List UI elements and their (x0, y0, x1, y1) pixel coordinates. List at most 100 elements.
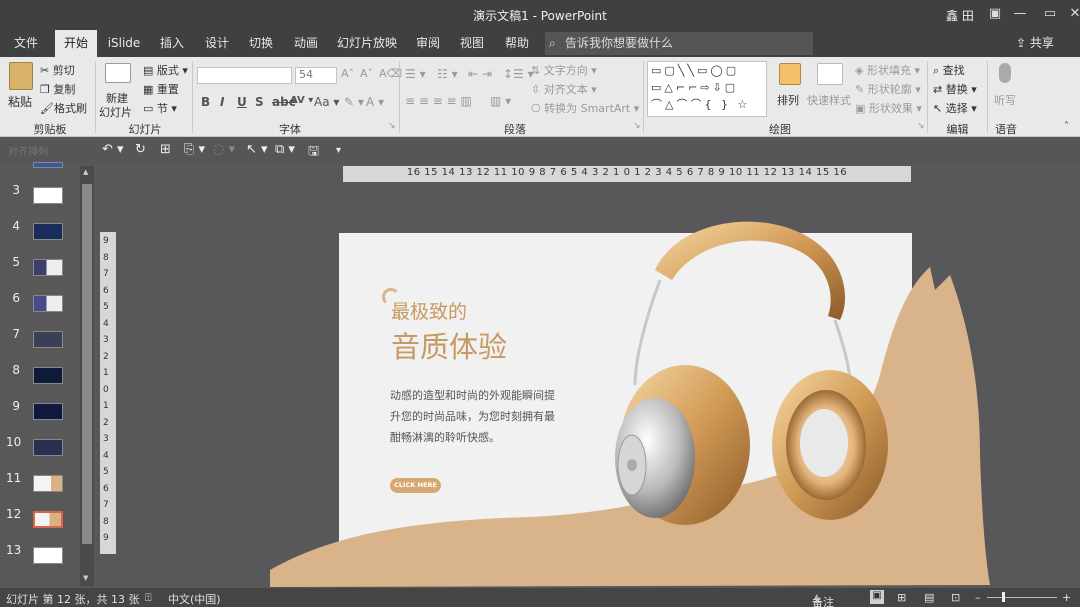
new-slide-icon[interactable] (105, 63, 131, 83)
bullets-icon[interactable]: ☰ ▾ (405, 67, 426, 81)
font-size-input[interactable]: 54 (295, 67, 337, 84)
highlight-icon[interactable]: ✎ ▾ (344, 95, 364, 109)
underline-icon[interactable]: U (237, 95, 247, 109)
find-button[interactable]: ⌕ 查找 (933, 62, 965, 78)
font-grow-icon[interactable]: A˄ (341, 67, 354, 80)
paste-button[interactable]: 粘贴 (8, 93, 32, 110)
arrange-icon[interactable] (779, 63, 801, 85)
smartart-button[interactable]: ⎔ 转换为 SmartArt ▾ (531, 100, 639, 116)
scrollbar-thumb[interactable] (82, 184, 92, 544)
tab-insert[interactable]: 插入 (152, 30, 192, 57)
indent-icon[interactable]: ⇤ ⇥ (468, 67, 492, 81)
close-button[interactable]: ✕ (1055, 0, 1080, 30)
select-button[interactable]: ↖ 选择 ▾ (933, 100, 977, 116)
paste-icon[interactable] (9, 62, 33, 90)
dictate-button[interactable]: 听写 (994, 92, 1016, 108)
share-button[interactable]: ⇪ 共享 (1016, 30, 1054, 57)
drawing-dialog-launcher-icon[interactable]: ↘ (917, 121, 925, 131)
tab-file[interactable]: 文件 (6, 30, 46, 57)
customize-qa-icon[interactable]: ▾ (336, 145, 341, 156)
slide-thumbnail-6[interactable] (33, 295, 63, 312)
tab-animations[interactable]: 动画 (286, 30, 326, 57)
slide-sorter-icon[interactable]: ⊞ (897, 591, 906, 604)
slide-thumbnail-5[interactable] (33, 259, 63, 276)
tell-me-search[interactable]: ⌕ 告诉我你想要做什么 (545, 32, 813, 55)
headphones-image[interactable] (560, 210, 920, 540)
slide-thumbnail-10[interactable] (33, 439, 63, 456)
format-painter-qa-icon[interactable]: ⎘ ▾ (184, 142, 205, 157)
shapes-gallery[interactable]: ▭▢╲╲▭◯▢ ▭△⌐⌐⇨⇩▢ ⌒△⌒⌒{ } ☆ (647, 61, 767, 117)
tab-home[interactable]: 开始 (55, 30, 97, 57)
normal-view-icon[interactable]: ▣ (870, 590, 884, 604)
shadow-icon[interactable]: S (255, 95, 264, 109)
font-name-input[interactable] (197, 67, 292, 84)
line-spacing-icon[interactable]: ↕☰ ▾ (503, 67, 534, 81)
italic-icon[interactable]: I (220, 95, 224, 109)
change-case-icon[interactable]: Aa ▾ (314, 95, 339, 109)
zoom-slider-thumb[interactable] (1002, 592, 1005, 602)
quick-styles-button[interactable]: 快速样式 (807, 92, 851, 108)
slide-thumbnail-2[interactable] (33, 162, 63, 168)
tab-islide[interactable]: iSlide (103, 30, 145, 57)
accessibility-icon[interactable]: ⍐ (145, 591, 152, 605)
slide-thumbnail-11[interactable] (33, 475, 63, 492)
tab-transitions[interactable]: 切换 (241, 30, 281, 57)
section-button[interactable]: ▭ 节 ▾ (143, 100, 177, 116)
tab-view[interactable]: 视图 (452, 30, 492, 57)
undo-icon[interactable]: ↶ ▾ (102, 142, 124, 157)
user-name[interactable]: 鑫 田 (946, 7, 974, 24)
tab-design[interactable]: 设计 (197, 30, 237, 57)
layout-button[interactable]: ▤ 版式 ▾ (143, 62, 188, 78)
scroll-down-icon[interactable]: ▼ (83, 574, 88, 582)
cut-button[interactable]: ✂ 剪切 (40, 62, 75, 78)
click-here-button[interactable]: CLICK HERE (390, 478, 441, 493)
slide-thumbnail-13[interactable] (33, 547, 63, 564)
slideshow-view-icon[interactable]: ⊡ (951, 591, 960, 604)
collapse-ribbon-icon[interactable]: ˄ (1064, 121, 1069, 132)
font-color-icon[interactable]: A ▾ (366, 95, 384, 109)
thumbnails-scrollbar[interactable]: ▲ ▼ (80, 166, 94, 586)
font-shrink-icon[interactable]: A˅ (360, 67, 373, 80)
tab-slideshow[interactable]: 幻灯片放映 (334, 30, 400, 57)
zoom-slider[interactable] (987, 597, 1057, 598)
slide-body-text[interactable]: 动感的造型和时尚的外观能瞬间提升您的时尚品味，为您时刻拥有最酣畅淋漓的聆听快感。 (390, 385, 560, 448)
reading-view-icon[interactable]: ▤ (924, 591, 934, 604)
align-text-button[interactable]: ⇳ 对齐文本 ▾ (531, 81, 597, 97)
shape-fill-button[interactable]: ◈ 形状填充 ▾ (855, 62, 920, 78)
microphone-icon[interactable] (999, 63, 1011, 83)
font-dialog-launcher-icon[interactable]: ↘ (388, 121, 396, 131)
tab-review[interactable]: 审阅 (408, 30, 448, 57)
shape-effects-button[interactable]: ▣ 形状效果 ▾ (855, 100, 922, 116)
copy-button[interactable]: ❐ 复制 (40, 81, 75, 97)
slide-thumbnail-9[interactable] (33, 403, 63, 420)
slide-thumbnail-8[interactable] (33, 367, 63, 384)
language-status[interactable]: 中文(中国) (168, 591, 221, 607)
char-spacing-icon[interactable]: AV ▾ (290, 95, 313, 106)
shape-qa-icon[interactable]: ◌ ▾ (213, 142, 235, 157)
slide-thumbnail-7[interactable] (33, 331, 63, 348)
headline-large[interactable]: 音质体验 (391, 324, 507, 366)
save-icon[interactable]: 🖫 (308, 142, 319, 164)
slide-thumbnail-3[interactable] (33, 187, 63, 204)
paragraph-dialog-launcher-icon[interactable]: ↘ (633, 121, 641, 131)
scroll-up-icon[interactable]: ▲ (83, 168, 88, 176)
slide-thumbnail-4[interactable] (33, 223, 63, 240)
text-direction-button[interactable]: ⇅ 文字方向 ▾ (531, 62, 597, 78)
alignment-icons[interactable]: ≡ ≡ ≡ ≡ ▥ (405, 94, 472, 108)
zoom-in-icon[interactable]: + (1062, 591, 1071, 604)
reset-button[interactable]: ▦ 重置 (143, 81, 179, 97)
numbering-icon[interactable]: ☷ ▾ (437, 67, 458, 81)
quick-styles-icon[interactable] (817, 63, 843, 85)
arrange-button[interactable]: 排列 (777, 92, 799, 108)
slide-thumbnail-12-selected[interactable] (33, 511, 63, 528)
select-qa-icon[interactable]: ↖ ▾ (246, 142, 268, 157)
start-slideshow-icon[interactable]: ⊞ (160, 142, 171, 157)
headline-small[interactable]: 最极致的 (391, 297, 467, 324)
zoom-out-icon[interactable]: – (975, 591, 981, 604)
replace-button[interactable]: ⇄ 替换 ▾ (933, 81, 977, 97)
bold-icon[interactable]: B (201, 95, 210, 109)
new-slide-label-2[interactable]: 幻灯片 (99, 104, 132, 120)
group-qa-icon[interactable]: ⧉ ▾ (275, 142, 295, 157)
columns-icon[interactable]: ▥ ▾ (490, 94, 511, 108)
format-painter-button[interactable]: 🖌格式刷 (40, 100, 87, 116)
